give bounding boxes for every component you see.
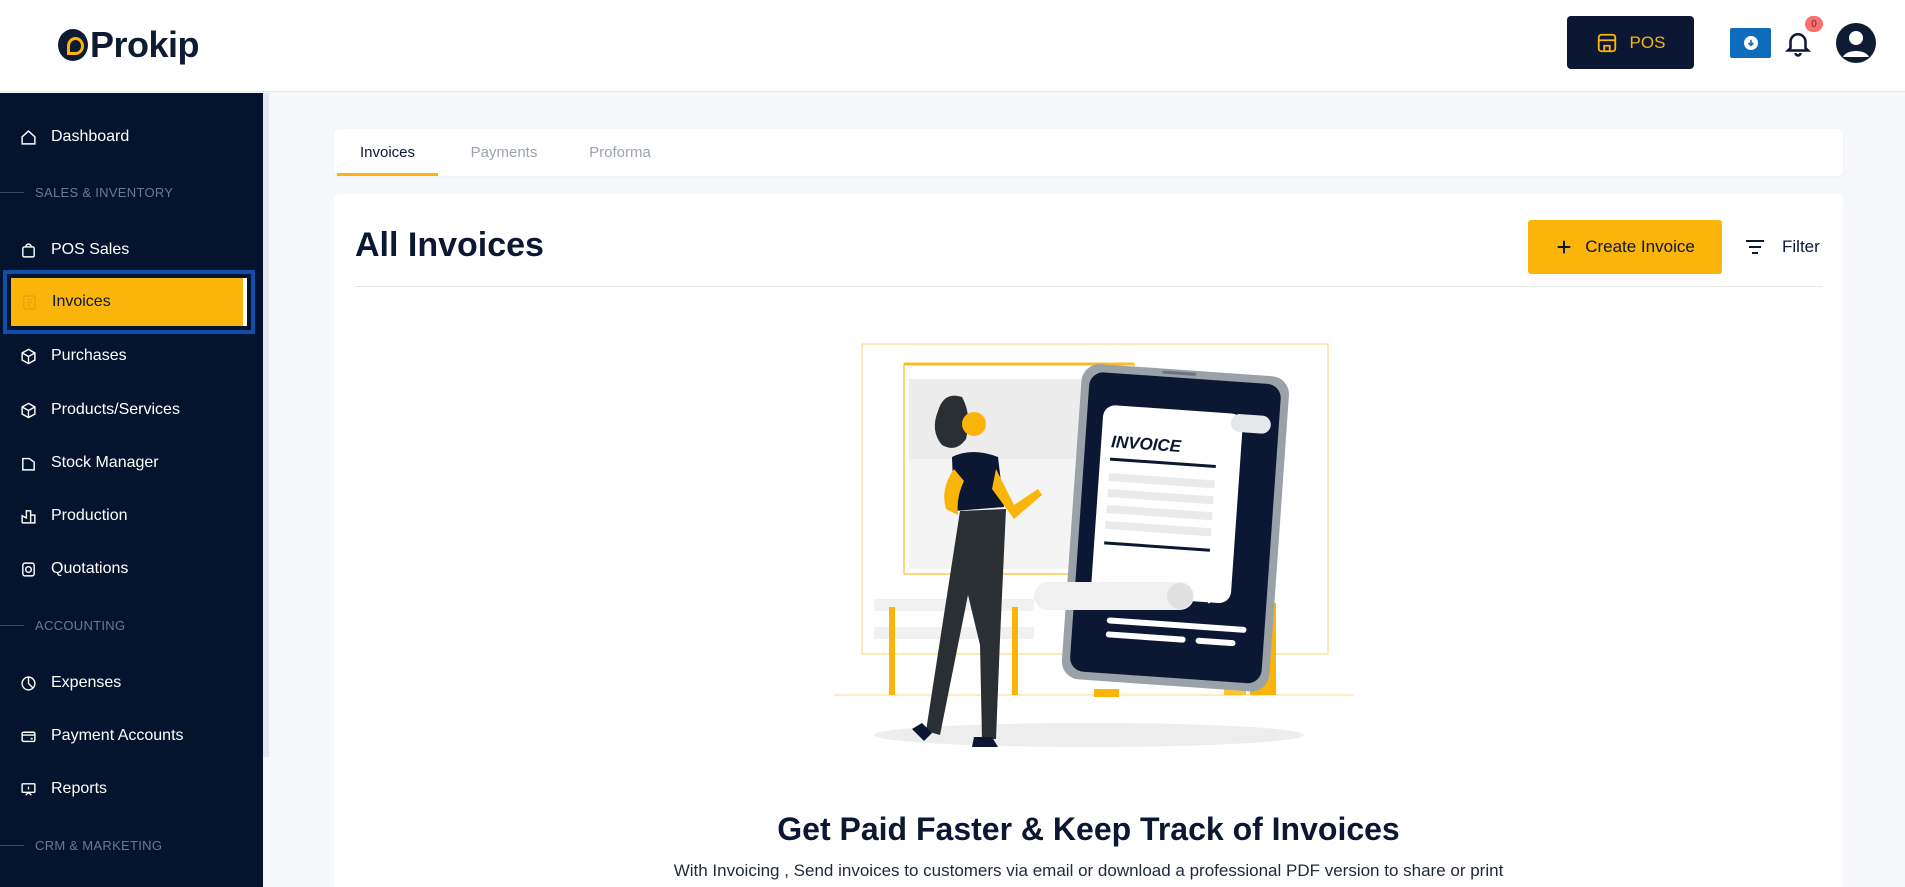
tab-invoices[interactable]: Invoices	[337, 129, 438, 176]
top-bar: Prokip POS 0	[0, 0, 1905, 92]
sidebar-item-quotations[interactable]: Quotations	[0, 547, 263, 591]
store-icon	[1597, 33, 1616, 52]
sidebar-item-stock-manager[interactable]: Stock Manager	[0, 441, 263, 485]
sidebar-scrollbar[interactable]	[263, 93, 269, 757]
empty-state-headline: Get Paid Faster & Keep Track of Invoices	[777, 811, 1400, 847]
pie-icon	[21, 675, 36, 691]
sidebar-item-label: Products/Services	[51, 401, 180, 418]
home-icon	[21, 129, 36, 145]
empty-state-description: With Invoicing , Send invoices to custom…	[673, 861, 1504, 880]
presentation-icon	[21, 782, 36, 796]
filter-button[interactable]: Filter	[1744, 228, 1820, 266]
invoice-icon	[23, 294, 36, 310]
sidebar-item-label: Reports	[51, 780, 108, 797]
logo-text: Prokip	[90, 24, 200, 65]
quote-icon	[22, 561, 35, 577]
sidebar-item-production[interactable]: Production	[0, 494, 263, 538]
sidebar-item-label: POS Sales	[51, 241, 130, 258]
sidebar-item-label: Production	[51, 507, 128, 524]
user-avatar-icon	[1843, 31, 1869, 57]
filter-icon	[1746, 240, 1764, 254]
sidebar-item-expenses[interactable]: Expenses	[0, 661, 263, 705]
invoice-tabs: Invoices Payments Proforma	[334, 129, 1843, 176]
invoices-panel: All Invoices Create Invoice Filter INVOI…	[334, 194, 1843, 887]
create-invoice-button[interactable]: Create Invoice	[1528, 220, 1722, 274]
invoice-illustration: INVOICE $	[834, 343, 1354, 747]
filter-label: Filter	[1782, 237, 1820, 256]
section-sales-inventory: SALES & INVENTORY	[0, 182, 263, 202]
folder-icon	[22, 457, 35, 471]
section-accounting: ACCOUNTING	[0, 615, 263, 635]
pos-button-label: POS	[1629, 32, 1666, 52]
sidebar-item-reports[interactable]: Reports	[0, 767, 263, 811]
sidebar-item-label: Payment Accounts	[51, 727, 184, 744]
sidebar-item-purchases[interactable]: Purchases	[0, 334, 263, 378]
cube-icon	[21, 402, 36, 418]
sidebar-item-products-services[interactable]: Products/Services	[0, 388, 263, 432]
sidebar-item-label: Invoices	[52, 293, 111, 310]
page-title: All Invoices	[355, 226, 544, 264]
sidebar-item-dashboard[interactable]: Dashboard	[0, 115, 263, 159]
sidebar-item-label: Expenses	[51, 674, 122, 691]
sidebar-item-pos-sales[interactable]: POS Sales	[0, 228, 263, 272]
illustration-currency-symbol: $	[1198, 567, 1222, 610]
tab-proforma[interactable]: Proforma	[570, 129, 670, 176]
create-invoice-label: Create Invoice	[1585, 237, 1695, 256]
plus-icon	[1557, 240, 1571, 254]
user-avatar[interactable]	[1836, 23, 1876, 63]
sidebar-item-label: Dashboard	[51, 128, 130, 145]
notification-badge: 0	[1805, 16, 1823, 32]
sidebar-item-label: Stock Manager	[51, 454, 159, 471]
download-icon	[1743, 36, 1758, 50]
factory-icon	[21, 509, 36, 524]
section-crm-marketing: CRM & MARKETING	[0, 835, 263, 855]
wallet-icon	[21, 731, 36, 742]
pos-button[interactable]: POS	[1567, 16, 1694, 69]
sidebar-item-invoices[interactable]: Invoices	[3, 270, 255, 334]
title-divider	[355, 286, 1822, 287]
download-app-button[interactable]	[1730, 28, 1771, 58]
sidebar-item-label: Quotations	[51, 560, 129, 577]
prokip-logo[interactable]: Prokip	[58, 24, 200, 66]
sidebar-item-payment-accounts[interactable]: Payment Accounts	[0, 714, 263, 758]
tab-payments[interactable]: Payments	[454, 129, 554, 176]
box-icon	[21, 348, 36, 364]
shopping-bag-icon	[22, 242, 35, 258]
logo-mark-icon	[58, 29, 88, 61]
sidebar-item-label: Purchases	[51, 347, 127, 364]
